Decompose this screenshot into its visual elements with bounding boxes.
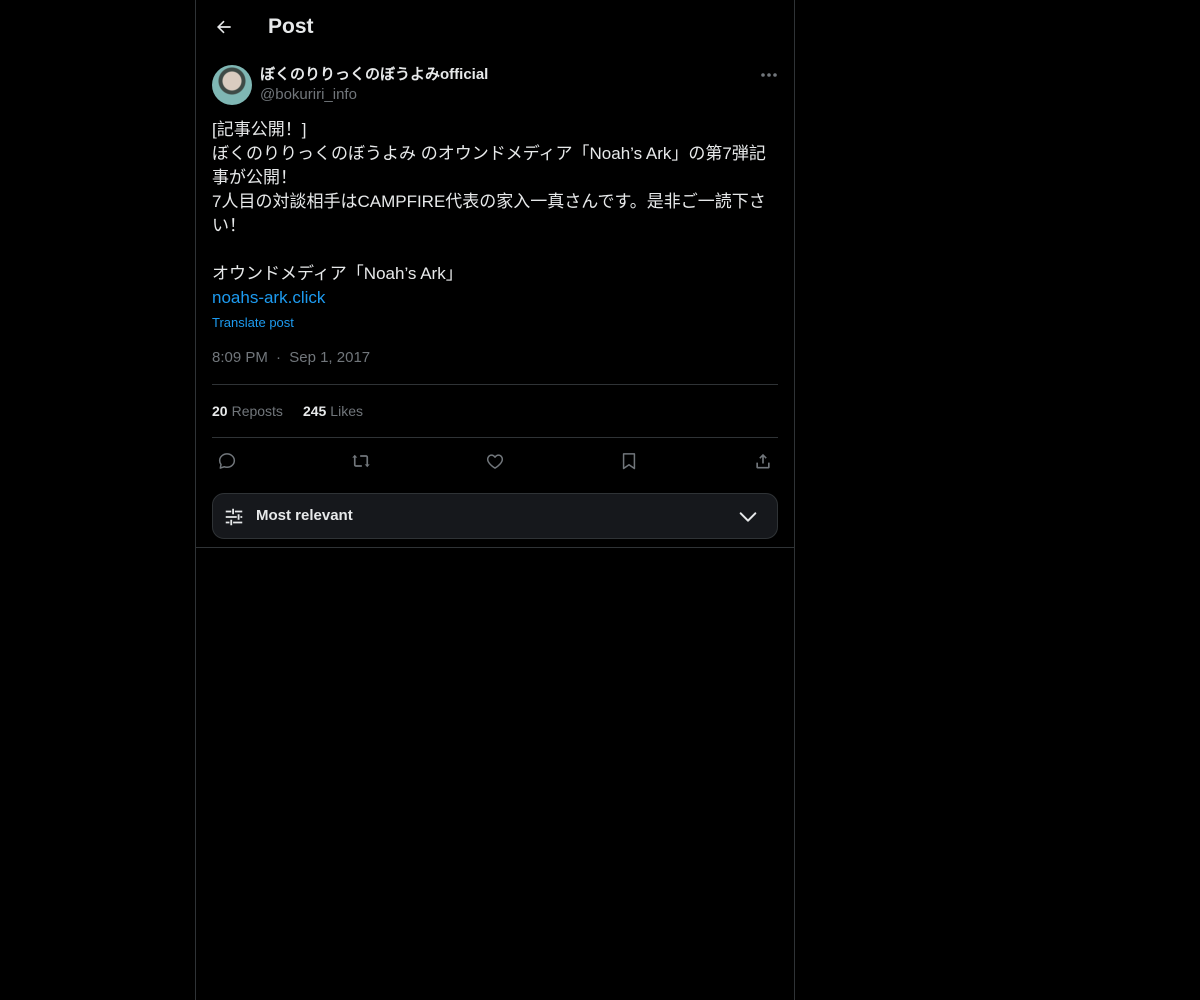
post-text-line: オウンドメディア「Noah’s Ark」 (212, 264, 463, 283)
translate-post-link[interactable]: Translate post (212, 314, 294, 332)
post-text-line: い！ (212, 216, 246, 235)
share-icon (756, 453, 770, 469)
chevron-down-icon (739, 512, 757, 522)
reposts-label: Reposts (231, 403, 283, 419)
meta-separator: · (276, 349, 282, 366)
more-dots-icon (761, 73, 777, 77)
sort-label: Most relevant (256, 507, 353, 524)
post-text-blank-line (212, 238, 778, 262)
post-date[interactable]: Sep 1, 2017 (289, 349, 370, 366)
bookmark-icon (622, 453, 636, 470)
action-bar (212, 446, 778, 476)
likes-count: 245 (302, 403, 327, 419)
sliders-icon (225, 508, 243, 526)
post-text-line: [記事公開！] (212, 120, 307, 139)
divider (212, 384, 778, 385)
bookmark-button[interactable] (614, 446, 644, 476)
divider (196, 547, 794, 548)
author-display-name[interactable]: ぼくのりりっくのぼうよみofficial (260, 65, 488, 85)
more-options-button[interactable] (756, 64, 782, 86)
post-link[interactable]: noahs-ark.click (212, 286, 778, 310)
top-header: Post (196, 0, 794, 54)
post-time[interactable]: 8:09 PM (212, 349, 268, 366)
page-title: Post (268, 15, 314, 38)
post-text-line: 事が公開！ (212, 168, 297, 187)
post-text-line: ぼくのりりっくのぼうよみ のオウンドメディア「Noah’s Ark」の第7弾記 (212, 144, 766, 163)
repost-icon (352, 454, 370, 468)
share-button[interactable] (748, 446, 778, 476)
likes-stat[interactable]: 245 Likes (303, 401, 363, 421)
like-button[interactable] (480, 446, 510, 476)
post-text-line: 7人目の対談相手はCAMPFIRE代表の家入一真さんです。是非ご一読下さ (212, 192, 766, 211)
likes-label: Likes (330, 403, 363, 419)
author-handle[interactable]: @bokuriri_info (260, 85, 357, 105)
divider (212, 437, 778, 438)
reply-button[interactable] (212, 446, 242, 476)
arrow-left-icon (217, 20, 231, 34)
post-column: Post ぼくのりりっくのぼうよみofficial @bokuriri_info… (195, 0, 795, 1000)
back-button[interactable] (208, 11, 240, 43)
reply-icon (218, 453, 236, 469)
post-stats: 20 Reposts 245 Likes (212, 401, 363, 421)
reply-sort-dropdown[interactable]: Most relevant (212, 493, 778, 539)
reposts-count: 20 (212, 403, 228, 419)
reposts-stat[interactable]: 20 Reposts (212, 401, 283, 421)
like-icon (486, 454, 504, 469)
repost-button[interactable] (346, 446, 376, 476)
avatar[interactable] (212, 65, 252, 105)
post-text: [記事公開！] ぼくのりりっくのぼうよみ のオウンドメディア「Noah’s Ar… (212, 118, 778, 310)
post-timestamp: 8:09 PM · Sep 1, 2017 (212, 348, 370, 368)
